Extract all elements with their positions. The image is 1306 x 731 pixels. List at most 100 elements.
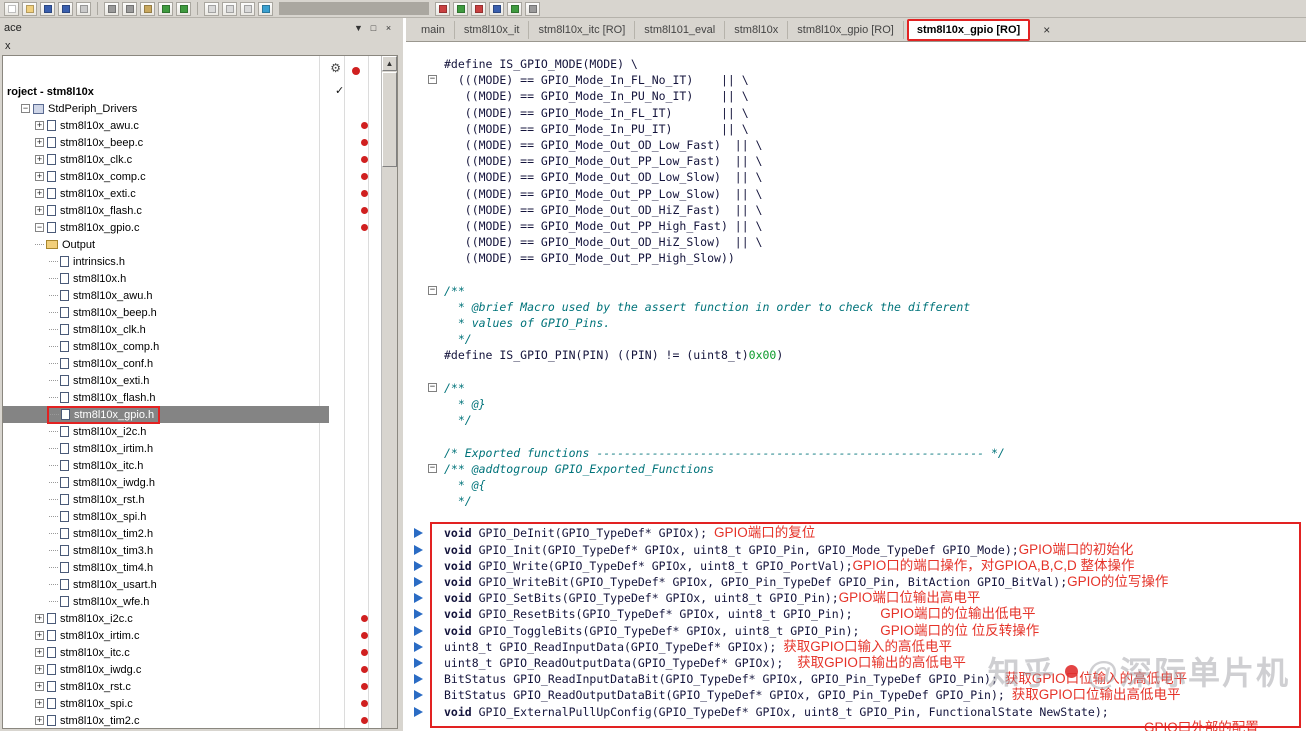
tree-item[interactable]: stm8l10x_gpio.h bbox=[3, 405, 329, 424]
tree-item[interactable]: stm8l10x_exti.h bbox=[3, 372, 329, 389]
tree-item[interactable]: + stm8l10x_beep.c bbox=[3, 134, 368, 151]
expand-icon[interactable]: + bbox=[35, 665, 44, 674]
open-file-icon[interactable] bbox=[22, 1, 37, 16]
tree-item[interactable]: + stm8l10x_clk.c bbox=[3, 151, 368, 168]
tab-close-icon[interactable]: × bbox=[1043, 23, 1050, 37]
find-next-icon[interactable] bbox=[240, 1, 255, 16]
expand-icon[interactable]: + bbox=[35, 172, 44, 181]
undo-icon[interactable] bbox=[158, 1, 173, 16]
tree-item[interactable]: stm8l10x_usart.h bbox=[3, 576, 329, 593]
download-debug-icon[interactable] bbox=[489, 1, 504, 16]
redo-icon[interactable] bbox=[176, 1, 191, 16]
editor-tab[interactable]: stm8l10x_gpio [RO] bbox=[788, 20, 904, 39]
editor-tab[interactable]: stm8l101_eval bbox=[635, 20, 726, 39]
editor-tab-active[interactable]: stm8l10x_gpio [RO] bbox=[906, 18, 1031, 41]
tree-item[interactable]: − StdPeriph_Drivers bbox=[3, 100, 329, 117]
tree-item[interactable]: stm8l10x_itc.h bbox=[3, 457, 329, 474]
tree-item[interactable]: stm8l10x_awu.h bbox=[3, 287, 329, 304]
tree-item[interactable]: + stm8l10x_comp.c bbox=[3, 168, 368, 185]
fold-collapse-icon[interactable]: − bbox=[428, 463, 437, 473]
scroll-up-icon[interactable]: ▲ bbox=[382, 56, 397, 71]
make-build-icon[interactable] bbox=[435, 1, 450, 16]
chevron-down-icon[interactable]: ▼ bbox=[351, 23, 366, 33]
collapse-icon[interactable]: − bbox=[35, 223, 44, 232]
file-icon bbox=[60, 426, 69, 437]
close-icon[interactable]: × bbox=[381, 23, 396, 33]
tree-item[interactable]: stm8l10x_tim4.h bbox=[3, 559, 329, 576]
expand-icon[interactable]: + bbox=[35, 614, 44, 623]
save-icon[interactable] bbox=[40, 1, 55, 16]
tree-item[interactable]: intrinsics.h bbox=[3, 253, 329, 270]
tree-item[interactable]: − stm8l10x_gpio.c bbox=[3, 219, 368, 236]
code-editor[interactable]: #define IS_GPIO_MODE(MODE) \ − (((MODE) =… bbox=[406, 42, 1306, 731]
save-all-icon[interactable] bbox=[58, 1, 73, 16]
tree-item[interactable]: + stm8l10x_flash.c bbox=[3, 202, 368, 219]
find-icon[interactable] bbox=[204, 1, 219, 16]
stop-build-icon[interactable] bbox=[471, 1, 486, 16]
tree-item[interactable]: stm8l10x_tim3.h bbox=[3, 542, 329, 559]
pin-icon[interactable]: □ bbox=[366, 23, 381, 33]
file-icon bbox=[47, 664, 56, 675]
tree-item[interactable]: stm8l10x_flash.h bbox=[3, 389, 329, 406]
expand-icon[interactable]: + bbox=[35, 155, 44, 164]
tree-item[interactable]: + stm8l10x_tim2.c bbox=[3, 712, 368, 728]
tree-item[interactable]: stm8l10x_beep.h bbox=[3, 304, 329, 321]
tree-item[interactable]: Output bbox=[3, 236, 329, 253]
tree-item-label: stm8l10x_rst.c bbox=[60, 680, 131, 693]
tree-item[interactable]: + stm8l10x_iwdg.c bbox=[3, 661, 368, 678]
tree-item[interactable]: + stm8l10x_irtim.c bbox=[3, 627, 368, 644]
collapse-icon[interactable]: − bbox=[21, 104, 30, 113]
gutter bbox=[406, 137, 444, 153]
tree-item[interactable]: stm8l10x_conf.h bbox=[3, 355, 329, 372]
debug-icon[interactable] bbox=[507, 1, 522, 16]
replace-icon[interactable] bbox=[222, 1, 237, 16]
code-line: ((MODE) == GPIO_Mode_In_FL_IT) || \ bbox=[406, 105, 1306, 121]
cut-icon[interactable] bbox=[104, 1, 119, 16]
tree-item[interactable]: + stm8l10x_i2c.c bbox=[3, 610, 368, 627]
tree-item[interactable]: stm8l10x.h bbox=[3, 270, 329, 287]
tree-item[interactable]: + stm8l10x_awu.c bbox=[3, 117, 368, 134]
bookmark-icon[interactable] bbox=[258, 1, 273, 16]
tree-item[interactable]: stm8l10x_clk.h bbox=[3, 321, 329, 338]
fold-collapse-icon[interactable]: − bbox=[428, 285, 437, 295]
new-document-icon[interactable] bbox=[4, 1, 19, 16]
editor-tab[interactable]: main bbox=[412, 20, 455, 39]
paste-icon[interactable] bbox=[140, 1, 155, 16]
settings-icon[interactable] bbox=[525, 1, 540, 16]
tree-item[interactable]: stm8l10x_iwdg.h bbox=[3, 474, 329, 491]
tree-item[interactable]: stm8l10x_wfe.h bbox=[3, 593, 329, 610]
editor-tab[interactable]: stm8l10x_it bbox=[455, 20, 530, 39]
tree-item[interactable]: + stm8l10x_itc.c bbox=[3, 644, 368, 661]
scrollbar-thumb[interactable] bbox=[382, 72, 397, 167]
tree-item[interactable]: + stm8l10x_rst.c bbox=[3, 678, 368, 695]
expand-icon[interactable]: + bbox=[35, 716, 44, 725]
expand-icon[interactable]: + bbox=[35, 138, 44, 147]
tree-scrollbar[interactable]: ▲ bbox=[381, 56, 397, 728]
tree-item[interactable]: stm8l10x_tim2.h bbox=[3, 525, 329, 542]
compile-icon[interactable] bbox=[453, 1, 468, 16]
gear-icon[interactable]: ⚙ bbox=[330, 61, 341, 75]
tree-item[interactable]: roject - stm8l10x ✓ bbox=[3, 83, 344, 100]
tree-item[interactable]: stm8l10x_rst.h bbox=[3, 491, 329, 508]
expand-icon[interactable]: + bbox=[35, 121, 44, 130]
expand-icon[interactable]: + bbox=[35, 206, 44, 215]
expand-icon[interactable]: + bbox=[35, 631, 44, 640]
tree-item[interactable]: + stm8l10x_spi.c bbox=[3, 695, 368, 712]
expand-icon[interactable]: + bbox=[35, 682, 44, 691]
tree-item[interactable]: stm8l10x_spi.h bbox=[3, 508, 329, 525]
print-icon[interactable] bbox=[76, 1, 91, 16]
editor-tab[interactable]: stm8l10x_itc [RO] bbox=[529, 20, 636, 39]
tree-item[interactable]: + stm8l10x_exti.c bbox=[3, 185, 368, 202]
expand-icon[interactable]: + bbox=[35, 699, 44, 708]
file-icon bbox=[47, 120, 56, 131]
copy-icon[interactable] bbox=[122, 1, 137, 16]
tree-item[interactable]: stm8l10x_irtim.h bbox=[3, 440, 329, 457]
tree-item[interactable]: stm8l10x_i2c.h bbox=[3, 423, 329, 440]
expand-icon[interactable]: + bbox=[35, 648, 44, 657]
fold-collapse-icon[interactable]: − bbox=[428, 382, 437, 392]
editor-tab[interactable]: stm8l10x bbox=[725, 20, 789, 39]
expand-icon[interactable]: + bbox=[35, 189, 44, 198]
workspace-config-dropdown[interactable]: x bbox=[0, 37, 400, 55]
tree-item[interactable]: stm8l10x_comp.h bbox=[3, 338, 329, 355]
fold-collapse-icon[interactable]: − bbox=[428, 75, 437, 85]
